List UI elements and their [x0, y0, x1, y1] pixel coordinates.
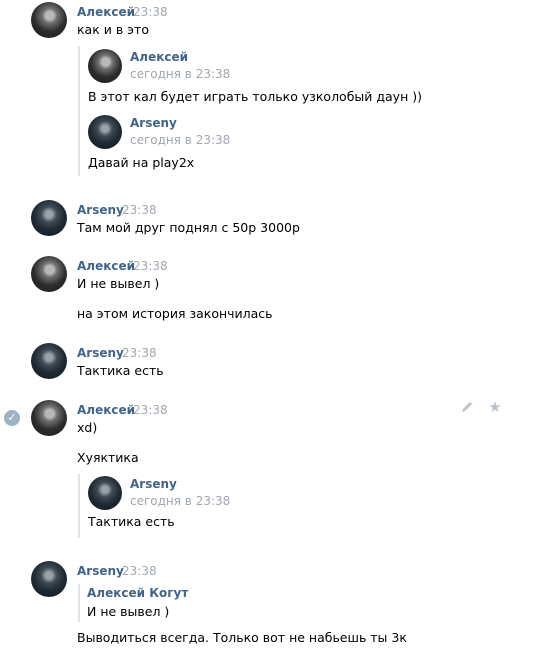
- message-text: И не вывел ): [77, 276, 160, 291]
- message-author[interactable]: Arseny: [77, 203, 124, 217]
- avatar[interactable]: [31, 400, 67, 436]
- message-author[interactable]: Arseny: [77, 346, 124, 360]
- forwarded-author[interactable]: Arseny: [130, 116, 177, 130]
- forwarded-text: Тактика есть: [88, 514, 175, 529]
- forwarded-text: Давай на play2x: [88, 155, 195, 170]
- message-text: Тактика есть: [77, 363, 164, 378]
- avatar[interactable]: [88, 476, 122, 510]
- message-author[interactable]: Алексей: [77, 5, 135, 19]
- message-time[interactable]: 23:38: [122, 564, 157, 578]
- star-icon[interactable]: ★: [487, 399, 503, 415]
- avatar[interactable]: [31, 343, 67, 379]
- pencil-icon[interactable]: [460, 400, 474, 414]
- avatar[interactable]: [31, 200, 67, 236]
- message-text: Хуяктика: [77, 450, 139, 465]
- message-time[interactable]: 23:38: [133, 5, 168, 19]
- avatar[interactable]: [88, 115, 122, 149]
- forwarded-author[interactable]: Arseny: [130, 477, 177, 491]
- forwarded-quote-bar: [78, 46, 80, 176]
- avatar[interactable]: [31, 561, 67, 597]
- avatar[interactable]: [31, 2, 67, 38]
- message-author[interactable]: Arseny: [77, 564, 124, 578]
- avatar[interactable]: [31, 256, 67, 292]
- message-text: Выводиться всегда. Только вот не набьешь…: [77, 630, 407, 645]
- reply-text: И не вывел ): [87, 604, 170, 619]
- message-time[interactable]: 23:38: [122, 203, 157, 217]
- message-time[interactable]: 23:38: [133, 259, 168, 273]
- message-text: как и в это: [77, 22, 149, 37]
- reply-author[interactable]: Алексей Когут: [87, 586, 188, 600]
- check-circle-icon[interactable]: ✓: [4, 410, 20, 426]
- message-text: на этом история закончилась: [77, 306, 273, 321]
- forwarded-text: В этот кал будет играть только узколобый…: [88, 89, 422, 104]
- message-text: xd): [77, 420, 98, 435]
- avatar[interactable]: [88, 49, 122, 83]
- chat-history: Алексей 23:38 как и в это Алексей сегодн…: [0, 0, 533, 670]
- forwarded-author[interactable]: Алексей: [130, 50, 188, 64]
- message-time[interactable]: 23:38: [122, 346, 157, 360]
- message-text: Там мой друг поднял с 50р 3000р: [77, 220, 300, 235]
- reply-quote-bar: [78, 584, 80, 622]
- forwarded-time[interactable]: сегодня в 23:38: [130, 133, 230, 147]
- forwarded-time[interactable]: сегодня в 23:38: [130, 494, 230, 508]
- message-author[interactable]: Алексей: [77, 403, 135, 417]
- forwarded-time[interactable]: сегодня в 23:38: [130, 67, 230, 81]
- message-time[interactable]: 23:38: [133, 403, 168, 417]
- forwarded-quote-bar: [78, 474, 80, 538]
- message-author[interactable]: Алексей: [77, 259, 135, 273]
